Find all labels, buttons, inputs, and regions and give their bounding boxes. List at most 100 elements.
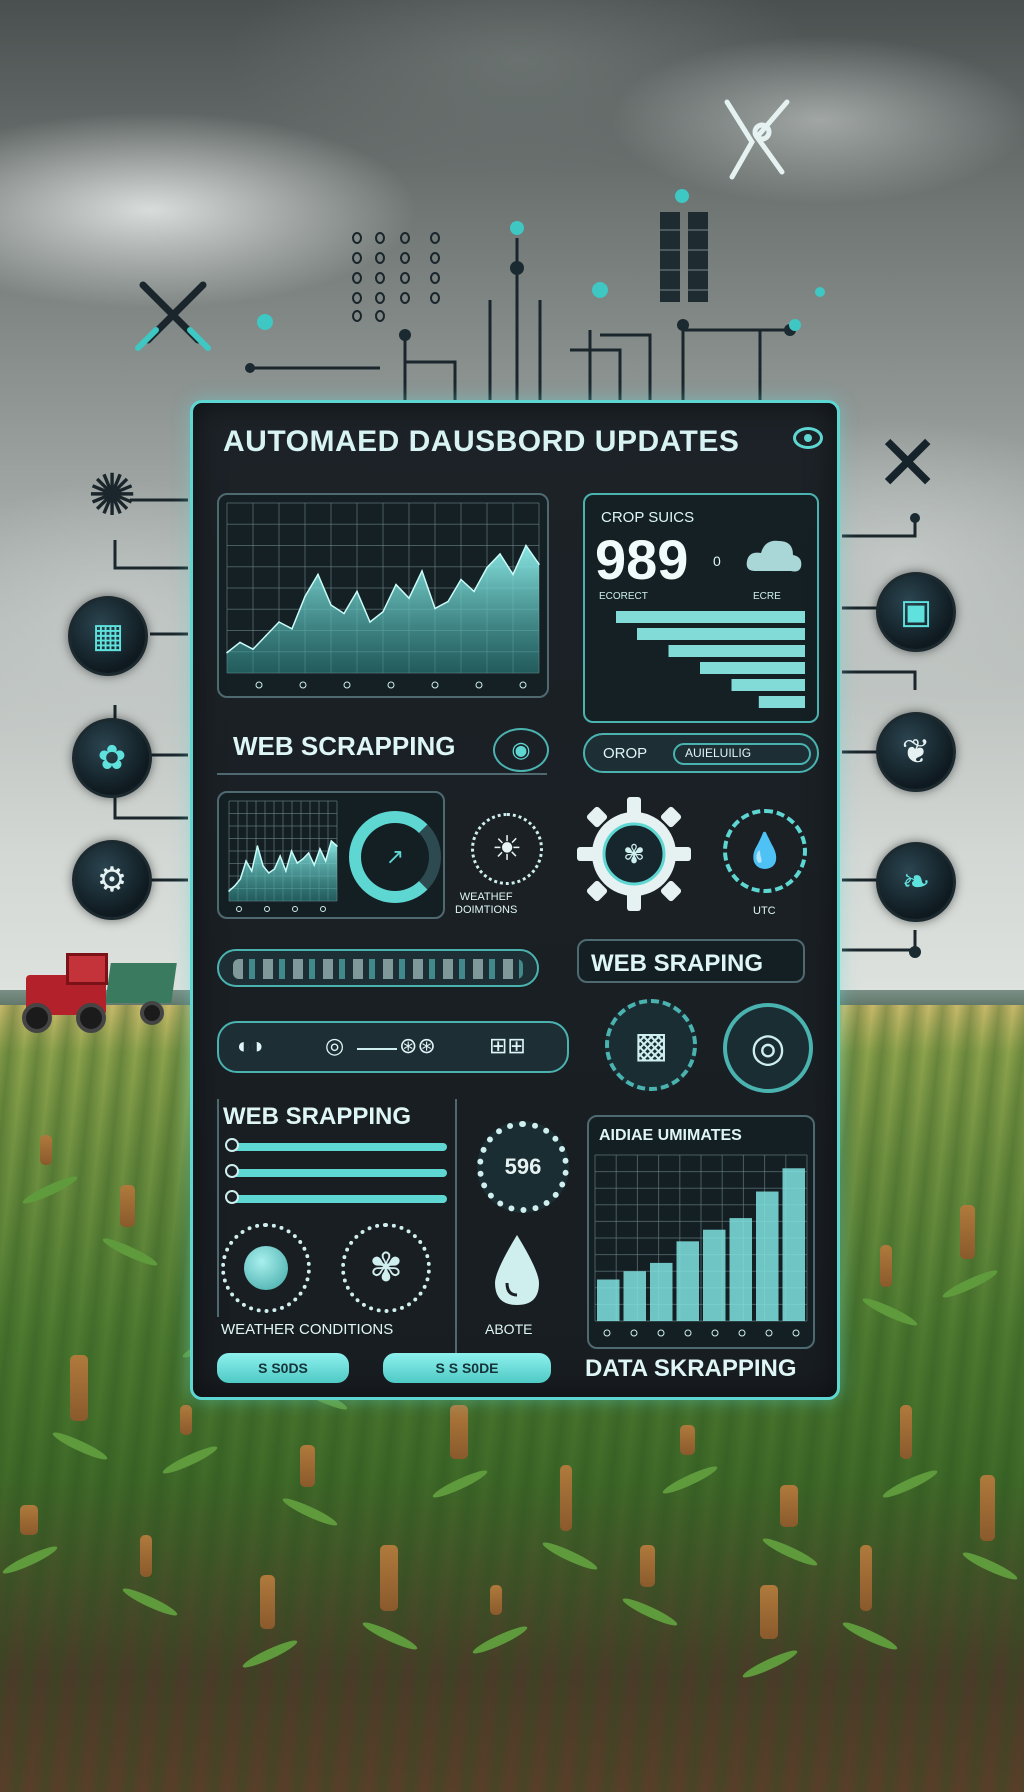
leaf: [50, 1428, 110, 1464]
bar: [703, 1229, 726, 1321]
toggle-icon-a: ◐◑: [237, 1033, 264, 1058]
data-point: [278, 621, 280, 623]
settings-gear-icon[interactable]: ✾: [575, 795, 693, 913]
crop-stats-value: 989: [595, 528, 689, 591]
divider: [217, 1099, 219, 1317]
web-sraping-badge[interactable]: WEB SRAPING: [577, 939, 805, 983]
crop-stats-sub-left: ECORECT: [599, 591, 648, 602]
data-scrapping-footer: DATA SKRAPPING: [585, 1355, 797, 1382]
weather-conditions-label: WEATHER CONDITIONS: [221, 1321, 394, 1338]
sorghum-head: [300, 1445, 315, 1487]
flower-node-icon: ✺: [87, 461, 137, 529]
data-point: [408, 597, 410, 599]
bar: [758, 696, 805, 708]
scrape-status-pill[interactable]: [217, 949, 539, 987]
x-tick: [255, 681, 263, 689]
stat-badge-value: 596: [504, 1154, 542, 1179]
data-point: [226, 651, 228, 654]
slider-3[interactable]: [225, 1190, 447, 1204]
data-point: [239, 641, 241, 644]
gear-node-icon: ⚙: [72, 840, 152, 920]
leaf: [470, 1622, 530, 1658]
data-point: [313, 864, 316, 866]
leaf: [430, 1466, 490, 1502]
toggle-line: [357, 1048, 397, 1050]
slider-2[interactable]: [225, 1164, 447, 1178]
sorghum-head: [40, 1135, 52, 1165]
sorghum-head: [640, 1545, 655, 1587]
crop-pill-left: OROP: [603, 745, 648, 762]
water-drop-icon[interactable]: 💧: [723, 809, 807, 893]
sorghum-head: [490, 1585, 502, 1615]
x-tick: [684, 1329, 692, 1337]
data-point: [267, 872, 270, 874]
leaf: [120, 1584, 180, 1620]
bar: [700, 662, 805, 674]
data-point: [265, 634, 267, 637]
chip-node-icon: ▣: [876, 572, 956, 652]
toggle-controls-pill[interactable]: ◐◑ ◎ ⊛⊛ ⊞⊞: [217, 1021, 569, 1073]
crop-monitoring-pill[interactable]: OROP AUIELUILIG: [583, 733, 819, 773]
crop-stats-sub-right: ECRE: [753, 591, 781, 602]
flower-icon: ✾: [341, 1223, 431, 1313]
eye-icon[interactable]: [793, 427, 823, 449]
divider: [217, 773, 547, 775]
data-point: [256, 845, 259, 847]
bar: [637, 628, 805, 640]
main-area-chart[interactable]: [217, 493, 549, 698]
data-point: [447, 600, 449, 603]
leaf: [880, 1466, 940, 1502]
x-tick: [299, 681, 307, 689]
leaf: [20, 1172, 80, 1208]
bar: [729, 1218, 752, 1321]
data-point: [324, 860, 327, 862]
sorghum-head: [120, 1185, 135, 1227]
data-point: [330, 604, 332, 606]
x-tick: [264, 906, 270, 912]
slider-1[interactable]: [225, 1138, 447, 1152]
leaf: [840, 1618, 900, 1654]
bar: [616, 611, 805, 623]
left-action-button[interactable]: S S0DS: [217, 1353, 349, 1383]
x-tick: [630, 1329, 638, 1337]
x-tick: [387, 681, 395, 689]
data-point: [330, 840, 333, 842]
data-point: [250, 870, 253, 872]
cloud-icon: [745, 535, 803, 575]
data-point: [245, 860, 247, 862]
leaf: [240, 1636, 300, 1672]
x-tick: [343, 681, 351, 689]
right-action-button[interactable]: S S S0DE: [383, 1353, 551, 1383]
main-area-chart-svg: [226, 502, 540, 689]
small-area-chart[interactable]: ↗: [217, 791, 445, 919]
leaf: [660, 1462, 720, 1498]
pliers-icon: [128, 270, 218, 360]
crop-stats-card[interactable]: CROP SUICS 989 0 ECORECT ECRE: [583, 493, 819, 723]
abote-label: ABOTE: [485, 1321, 533, 1337]
dashboard-panel: AUTOMAED DAUSBORD UPDATES CROP SUICS 989…: [190, 400, 840, 1400]
sorghum-head: [180, 1405, 192, 1435]
weather-sun-icon: ☀: [471, 813, 543, 885]
x-tick: [657, 1329, 665, 1337]
updates-bar-chart[interactable]: AIDIAE UMIMATES: [587, 1115, 815, 1349]
chip-round-icon[interactable]: ▩: [605, 999, 697, 1091]
sorghum-head: [900, 1405, 912, 1459]
crop-pill-right: AUIELUILIG: [685, 746, 752, 760]
sorghum-head: [760, 1585, 778, 1639]
toggle-icon-d: ⊞⊞: [489, 1033, 526, 1058]
leaf: [540, 1538, 600, 1574]
target-round-icon[interactable]: ◎: [723, 1003, 813, 1093]
web-scrapping-heading: WEB SCRAPPING: [233, 731, 456, 761]
stat-badge[interactable]: 596: [477, 1121, 569, 1213]
leaf: [620, 1594, 680, 1630]
sorghum-head: [560, 1465, 572, 1531]
crop-stairs-chart: [616, 611, 805, 708]
leaf: [740, 1646, 800, 1682]
eye-scan-icon[interactable]: ◉: [493, 728, 549, 772]
drop-label: UTC: [753, 905, 776, 917]
gauge-icon: ↗: [349, 811, 441, 903]
bar: [782, 1168, 805, 1321]
bar-card-title: AIDIAE UMIMATES: [599, 1127, 742, 1144]
sorghum-head: [780, 1485, 798, 1527]
sun-icon: [221, 1223, 311, 1313]
